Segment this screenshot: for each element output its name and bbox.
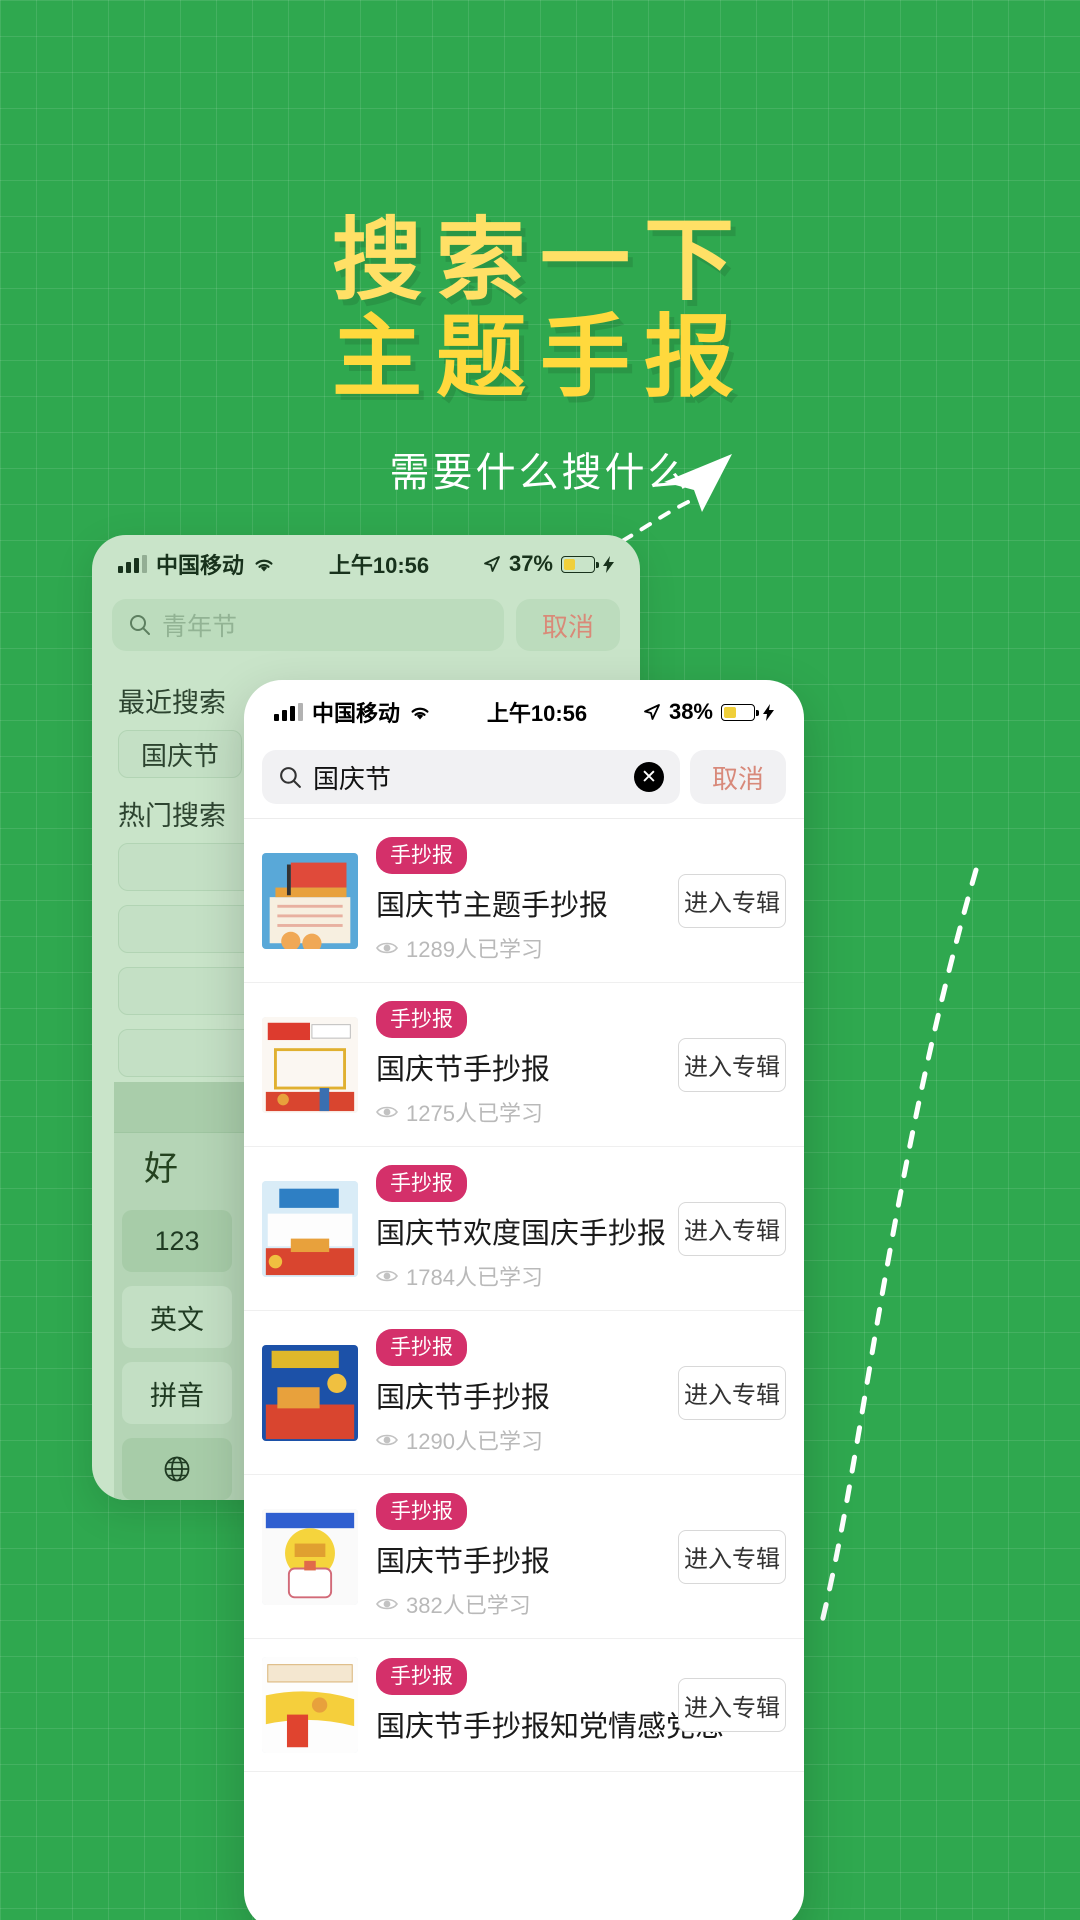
globe-icon (164, 1456, 190, 1482)
thumbnail-image (262, 1344, 358, 1441)
enter-album-button[interactable]: 进入专辑 (678, 1365, 786, 1420)
list-item[interactable]: 手抄报 国庆节手抄报 382人已学习 进入专辑 (244, 1475, 804, 1639)
result-views: 1290人已学习 (376, 1424, 660, 1456)
lightning-bolt-icon (763, 703, 774, 721)
battery-percent-label: 38% (668, 699, 713, 724)
recent-chip[interactable]: 国庆节 (118, 730, 243, 778)
result-title: 国庆节主题手抄报 (376, 890, 609, 922)
wifi-icon (255, 559, 273, 571)
front-search-row: 国庆节 ✕ 取消 (244, 740, 804, 819)
status-badge: 手抄报 (376, 1329, 467, 1366)
location-arrow-icon (644, 704, 660, 720)
key-english[interactable]: 英文 (122, 1286, 232, 1348)
lightning-bolt-icon (603, 555, 614, 573)
back-search-row: 青年节 取消 (92, 593, 640, 665)
list-item[interactable]: 手抄报 国庆节手抄报 1275人已学习 进入专辑 (244, 983, 804, 1147)
thumbnail-image (262, 1508, 358, 1605)
search-results-list: 手抄报 国庆节主题手抄报 1289人已学习 进入专辑 手抄报 国庆节手抄报 12… (244, 819, 804, 1772)
enter-album-button[interactable]: 进入专辑 (678, 1529, 786, 1584)
search-icon (130, 615, 150, 635)
result-views: 1289人已学习 (376, 932, 660, 964)
clock-label: 上午10:56 (328, 553, 430, 578)
views-label: 1275人已学习 (406, 1101, 543, 1126)
foreground-phone-mockup: 中国移动 上午10:56 38% 国庆节 ✕ 取消 手抄报 国庆节主题手抄报 1… (244, 680, 804, 1920)
key-123[interactable]: 123 (122, 1210, 232, 1272)
clock-label: 上午10:56 (486, 701, 588, 726)
headline-line-2: 主题手报 (332, 305, 748, 411)
result-views: 382人已学习 (376, 1588, 660, 1620)
eye-icon (376, 1598, 398, 1610)
location-arrow-icon (484, 556, 500, 572)
thumbnail-image (262, 1180, 358, 1277)
views-label: 1289人已学习 (406, 937, 543, 962)
result-title: 国庆节手抄报 (376, 1054, 551, 1086)
search-input-value: 国庆节 (313, 763, 392, 794)
candidate-1[interactable]: 好 (144, 1141, 178, 1190)
hero-section: 搜索一下 主题手报 需要什么搜什么 (0, 0, 1080, 498)
carrier-label: 中国移动 (312, 701, 401, 726)
clear-circle-icon[interactable]: ✕ (634, 762, 664, 792)
result-title: 国庆节手抄报 (376, 1546, 551, 1578)
back-search-input[interactable]: 青年节 (112, 599, 504, 651)
enter-album-button[interactable]: 进入专辑 (678, 873, 786, 928)
signal-bars-icon (118, 555, 147, 573)
wifi-icon (411, 707, 429, 719)
enter-album-button[interactable]: 进入专辑 (678, 1037, 786, 1092)
thumbnail-image (262, 852, 358, 949)
key-globe[interactable] (122, 1438, 232, 1500)
result-views: 1275人已学习 (376, 1096, 660, 1128)
thumbnail-image (262, 1657, 358, 1753)
search-input[interactable]: 国庆节 ✕ (262, 750, 680, 804)
back-cancel-button[interactable]: 取消 (516, 599, 620, 651)
cancel-button[interactable]: 取消 (690, 750, 786, 804)
views-label: 1784人已学习 (406, 1265, 543, 1290)
front-status-bar: 中国移动 上午10:56 38% (244, 680, 804, 740)
views-label: 1290人已学习 (406, 1429, 543, 1454)
back-status-bar: 中国移动 上午10:56 37% (92, 535, 640, 593)
result-views: 1784人已学习 (376, 1260, 660, 1292)
subtitle: 需要什么搜什么 (389, 451, 691, 496)
eye-icon (376, 1270, 398, 1282)
battery-icon (561, 555, 599, 573)
back-search-placeholder: 青年节 (162, 613, 238, 641)
key-pinyin[interactable]: 拼音 (122, 1362, 232, 1424)
status-badge: 手抄报 (376, 1657, 467, 1695)
status-badge: 手抄报 (376, 1001, 467, 1038)
result-title: 国庆节手抄报知党情感党恩 (376, 1710, 725, 1743)
list-item[interactable]: 手抄报 国庆节欢度国庆手抄报 1784人已学习 进入专辑 (244, 1147, 804, 1311)
eye-icon (376, 1106, 398, 1118)
status-badge: 手抄报 (376, 1493, 467, 1530)
eye-icon (376, 1434, 398, 1446)
battery-percent-label: 37% (508, 551, 553, 576)
status-badge: 手抄报 (376, 837, 467, 874)
list-item[interactable]: 手抄报 国庆节手抄报知党情感党恩 进入专辑 (244, 1639, 804, 1772)
page-title: 搜索一下 主题手报 (0, 208, 1080, 411)
headline-line-1: 搜索一下 (332, 208, 748, 313)
signal-bars-icon (274, 703, 303, 721)
carrier-label: 中国移动 (156, 553, 245, 578)
status-badge: 手抄报 (376, 1165, 467, 1202)
result-title: 国庆节欢度国庆手抄报 (376, 1218, 667, 1250)
eye-icon (376, 942, 398, 954)
battery-icon (721, 703, 759, 721)
thumbnail-image (262, 1016, 358, 1113)
views-label: 382人已学习 (406, 1593, 531, 1618)
list-item[interactable]: 手抄报 国庆节手抄报 1290人已学习 进入专辑 (244, 1311, 804, 1475)
list-item[interactable]: 手抄报 国庆节主题手抄报 1289人已学习 进入专辑 (244, 819, 804, 983)
enter-album-button[interactable]: 进入专辑 (678, 1678, 786, 1732)
result-title: 国庆节手抄报 (376, 1382, 551, 1414)
dashed-trail-right (817, 867, 979, 1633)
enter-album-button[interactable]: 进入专辑 (678, 1201, 786, 1256)
search-icon (280, 766, 301, 788)
